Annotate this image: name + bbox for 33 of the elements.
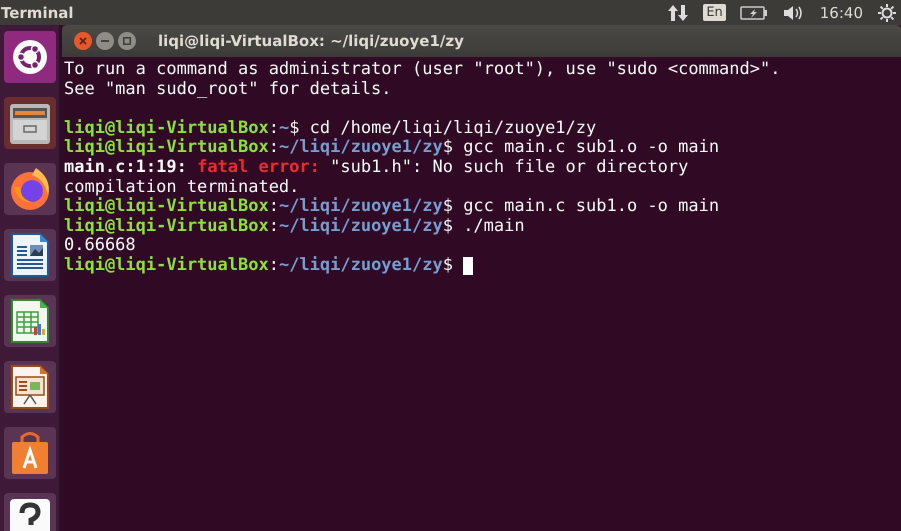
document-icon[interactable] (4, 229, 56, 281)
close-icon (79, 37, 87, 45)
terminal-line: liqi@liqi-VirtualBox:~/liqi/zuoye1/zy$ gcc main.c sub1.o -o main (64, 197, 720, 217)
terminal-line: liqi@liqi-VirtualBox:~/liqi/zuoye1/zy$ ./main (64, 216, 525, 236)
terminal-line: 0.66668 (64, 236, 136, 256)
window-title: liqi@liqi-VirtualBox: ~/liqi/zuoye1/zy (158, 32, 464, 50)
ubuntu-logo-icon[interactable] (4, 31, 56, 83)
terminal-line: To run a command as administrator (user "root"), use "sudo <command>". (64, 60, 780, 80)
terminal-area[interactable] (62, 57, 901, 531)
browser-icon[interactable] (4, 163, 56, 215)
terminal-line: liqi@liqi-VirtualBox:~/liqi/zuoye1/zy$ (64, 256, 453, 276)
minimize-icon (101, 37, 109, 45)
text-cursor (462, 256, 473, 275)
terminal-line: See "man sudo_root" for details. (64, 80, 392, 100)
file-cabinet-icon[interactable] (4, 97, 56, 149)
shopping-bag-icon[interactable] (4, 427, 56, 479)
gear-icon[interactable] (877, 2, 897, 22)
clock[interactable]: 16:40 (820, 4, 863, 22)
spreadsheet-icon[interactable] (4, 295, 56, 347)
presentation-icon[interactable] (4, 361, 56, 413)
maximize-button[interactable] (118, 32, 136, 50)
battery-icon[interactable] (740, 4, 768, 20)
network-arrows-icon[interactable] (667, 2, 690, 22)
maximize-icon (123, 37, 131, 45)
app-name: Terminal (1, 4, 74, 22)
terminal-line: compilation terminated. (64, 178, 300, 197)
keyboard-layout-indicator[interactable]: En (703, 4, 726, 21)
terminal-line: liqi@liqi-VirtualBox:~$ cd /home/liqi/liqi/zuoye1/zy (64, 118, 596, 138)
close-button[interactable] (74, 32, 92, 50)
minimize-button[interactable] (96, 32, 114, 50)
help-icon[interactable] (4, 493, 56, 531)
terminal-line: liqi@liqi-VirtualBox:~/liqi/zuoye1/zy$ gcc main.c sub1.o -o main (64, 138, 720, 158)
terminal-line: main.c:1:19: fatal error: "sub1.h": No such file or directory (64, 158, 688, 178)
